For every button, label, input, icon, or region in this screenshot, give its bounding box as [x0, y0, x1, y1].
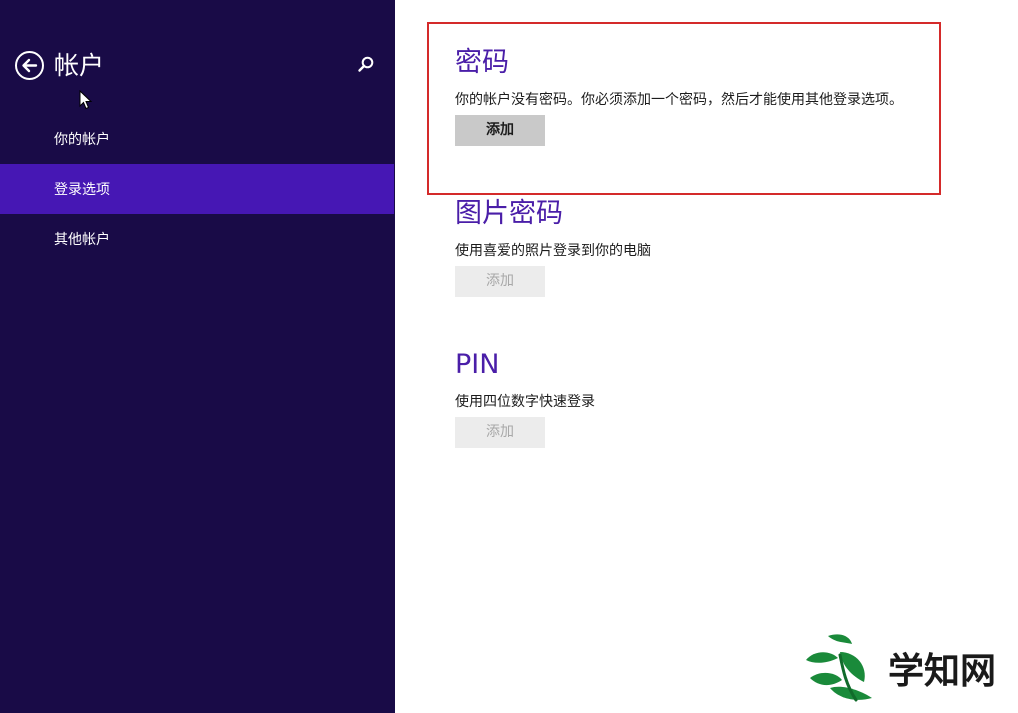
search-icon[interactable]	[357, 55, 375, 73]
sidebar-item-label: 其他帐户	[54, 232, 110, 248]
sidebar-header: 帐户	[14, 45, 104, 85]
watermark: 学知网	[800, 630, 1010, 705]
mouse-pointer-icon	[79, 90, 93, 110]
sidebar-item-other-accounts[interactable]: 其他帐户	[0, 214, 394, 264]
watermark-text: 学知网	[888, 649, 997, 692]
highlight-box	[427, 22, 941, 195]
section-description: 使用四位数字快速登录	[455, 394, 595, 410]
leaf-logo-icon	[806, 634, 872, 702]
add-pin-button: 添加	[455, 417, 545, 448]
section-description: 使用喜爱的照片登录到你的电脑	[455, 243, 651, 259]
sidebar: 帐户 你的帐户 登录选项 其他帐户	[0, 0, 395, 713]
page-title: 帐户	[54, 50, 105, 80]
section-title: 图片密码	[455, 198, 563, 229]
sidebar-item-label: 登录选项	[54, 182, 110, 198]
section-title: PIN	[455, 349, 500, 380]
back-icon[interactable]	[14, 50, 45, 81]
pin-section: PIN 使用四位数字快速登录 添加	[455, 349, 595, 448]
add-picture-password-button: 添加	[455, 266, 545, 297]
sidebar-item-your-account[interactable]: 你的帐户	[0, 114, 394, 164]
sidebar-item-sign-in-options[interactable]: 登录选项	[0, 164, 394, 214]
sidebar-nav: 你的帐户 登录选项 其他帐户	[0, 114, 394, 264]
sidebar-item-label: 你的帐户	[54, 132, 110, 148]
picture-password-section: 图片密码 使用喜爱的照片登录到你的电脑 添加	[455, 198, 651, 297]
